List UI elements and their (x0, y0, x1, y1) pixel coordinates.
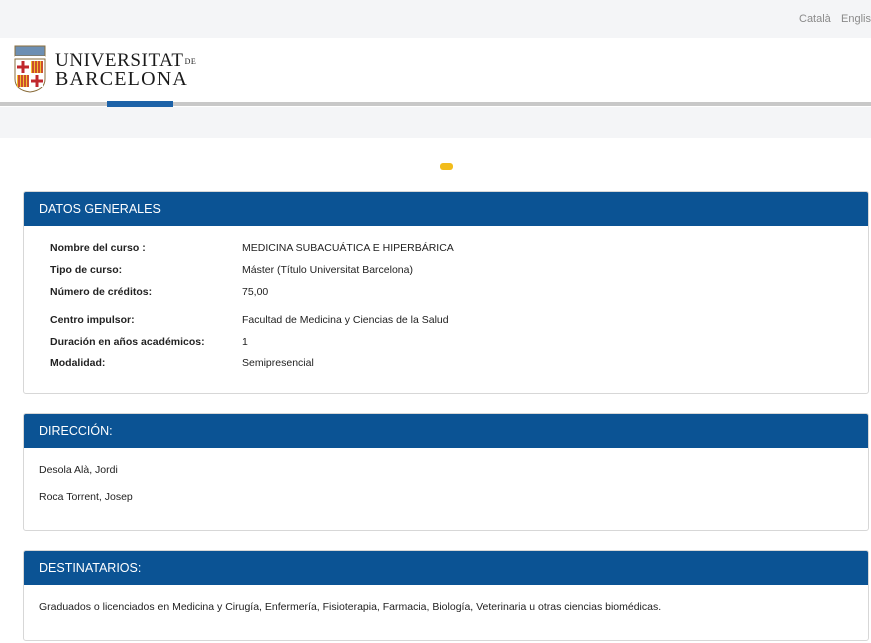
brand-name-line2: BARCELONA (55, 68, 189, 90)
lang-catala-link[interactable]: Català (799, 13, 831, 25)
direccion-title: DIRECCIÓN: (24, 414, 868, 448)
info-value: MEDICINA SUBACUÁTICA E HIPERBÁRICA (242, 242, 454, 254)
info-label: Nombre del curso : (50, 242, 146, 254)
sub-bar (0, 107, 871, 138)
datos-generales-title: DATOS GENERALES (24, 192, 868, 226)
info-label: Tipo de curso: (50, 264, 123, 276)
info-label: Duración en años académicos: (50, 336, 205, 348)
director-name: Roca Torrent, Josep (39, 491, 133, 503)
director-name: Desola Alà, Jordi (39, 464, 118, 476)
top-bar (0, 0, 871, 38)
info-value: 75,00 (242, 286, 269, 298)
info-label: Número de créditos: (50, 286, 153, 298)
info-value: Máster (Título Universitat Barcelona) (242, 264, 413, 276)
datos-generales-panel: DATOS GENERALES Nombre del curso : MEDIC… (23, 191, 869, 394)
brand-de: DE (184, 57, 197, 66)
accent-pill (440, 163, 453, 170)
destinatarios-title: DESTINATARIOS: (24, 551, 868, 585)
info-value: Facultad de Medicina y Ciencias de la Sa… (242, 314, 449, 326)
destinatarios-text: Graduados o licenciados en Medicina y Ci… (39, 601, 662, 613)
info-label: Modalidad: (50, 357, 106, 369)
info-value: 1 (242, 336, 248, 348)
university-shield-icon (14, 45, 46, 93)
destinatarios-panel: DESTINATARIOS: Graduados o licenciados e… (23, 550, 869, 641)
lang-english-link[interactable]: English (841, 13, 871, 25)
direccion-panel: DIRECCIÓN: Desola Alà, Jordi Roca Torren… (23, 413, 869, 531)
info-label: Centro impulsor: (50, 314, 135, 326)
info-value: Semipresencial (242, 357, 314, 369)
